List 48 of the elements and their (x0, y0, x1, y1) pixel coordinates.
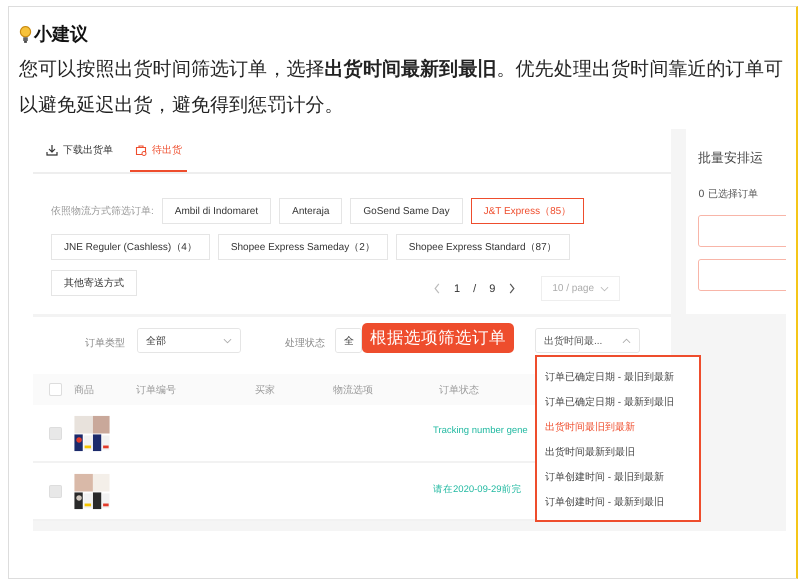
tab[interactable]: 待出货 (130, 129, 187, 172)
column-header: 订单编号 (136, 384, 176, 397)
sort-option[interactable]: 出货时间最旧到最新 (537, 415, 699, 440)
carrier-filter-button[interactable]: Ambil di Indomaret (162, 198, 272, 224)
carrier-filter-button[interactable]: 其他寄送方式 (51, 270, 137, 296)
outlined-button[interactable] (698, 259, 786, 291)
download-icon (46, 144, 58, 156)
selected-count: 0 已选择订单 (698, 188, 759, 201)
total-pages: 9 (489, 282, 496, 294)
sort-option[interactable]: 订单创建时间 - 最新到最旧 (537, 490, 699, 515)
order-status: Tracking number gene (433, 425, 528, 436)
sort-option[interactable]: 订单已确定日期 - 最新到最旧 (537, 390, 699, 415)
page-separator: / (473, 282, 476, 294)
caret-icon (622, 338, 631, 344)
sort-option[interactable]: 订单已确定日期 - 最旧到最新 (537, 365, 699, 390)
tip-title: 小建议 (34, 23, 88, 46)
next-page-icon[interactable] (508, 283, 516, 294)
column-header: 买家 (255, 384, 275, 397)
bag-icon (135, 144, 147, 156)
lightbulb-icon (19, 24, 32, 44)
panel-title: 批量安排运 (698, 150, 764, 167)
outlined-button[interactable] (698, 215, 786, 247)
sort-select[interactable]: 出货时间最... (535, 328, 640, 353)
column-header: 物流选项 (333, 384, 373, 397)
checkbox[interactable] (49, 383, 62, 396)
carrier-filter-button[interactable]: JNE Reguler (Cashless)（4） (51, 234, 210, 260)
carrier-filter-button[interactable]: Anteraja (279, 198, 342, 224)
previous-page-icon[interactable] (433, 283, 441, 294)
carrier-filter-button[interactable]: GoSend Same Day (350, 198, 463, 224)
order-type-label: 订单类型 (85, 336, 125, 350)
callout-tooltip: 根据选项筛选订单 (362, 323, 514, 353)
caret-icon (223, 338, 232, 344)
caret-icon (600, 286, 610, 292)
tip-text: 您可以按照出货时间筛选订单，选择出货时间最新到最旧。优先处理出货时间靠近的订单可以避免延迟出货，避免得到惩罚计分。 (19, 57, 784, 118)
status-select[interactable]: 全 (335, 328, 362, 353)
filter-label: 依照物流方式筛选订单: (51, 204, 154, 218)
status-label: 处理状态 (285, 336, 325, 350)
column-header: 订单状态 (439, 384, 479, 397)
sort-option[interactable]: 出货时间最新到最旧 (537, 440, 699, 465)
order-status: 请在2020-09-29前完 (433, 483, 522, 496)
order-type-select[interactable]: 全部 (137, 328, 241, 353)
tab[interactable]: 下载出货单 (41, 129, 118, 172)
carrier-filter-button[interactable]: Shopee Express Sameday（2） (218, 234, 388, 260)
carrier-filter-button[interactable]: J&T Express（85） (470, 198, 584, 224)
current-page: 1 (454, 282, 460, 294)
column-header: 商品 (74, 384, 94, 397)
sort-option[interactable]: 订单创建时间 - 最旧到最新 (537, 465, 699, 490)
carrier-filter-button[interactable]: Shopee Express Standard（87） (396, 234, 570, 260)
